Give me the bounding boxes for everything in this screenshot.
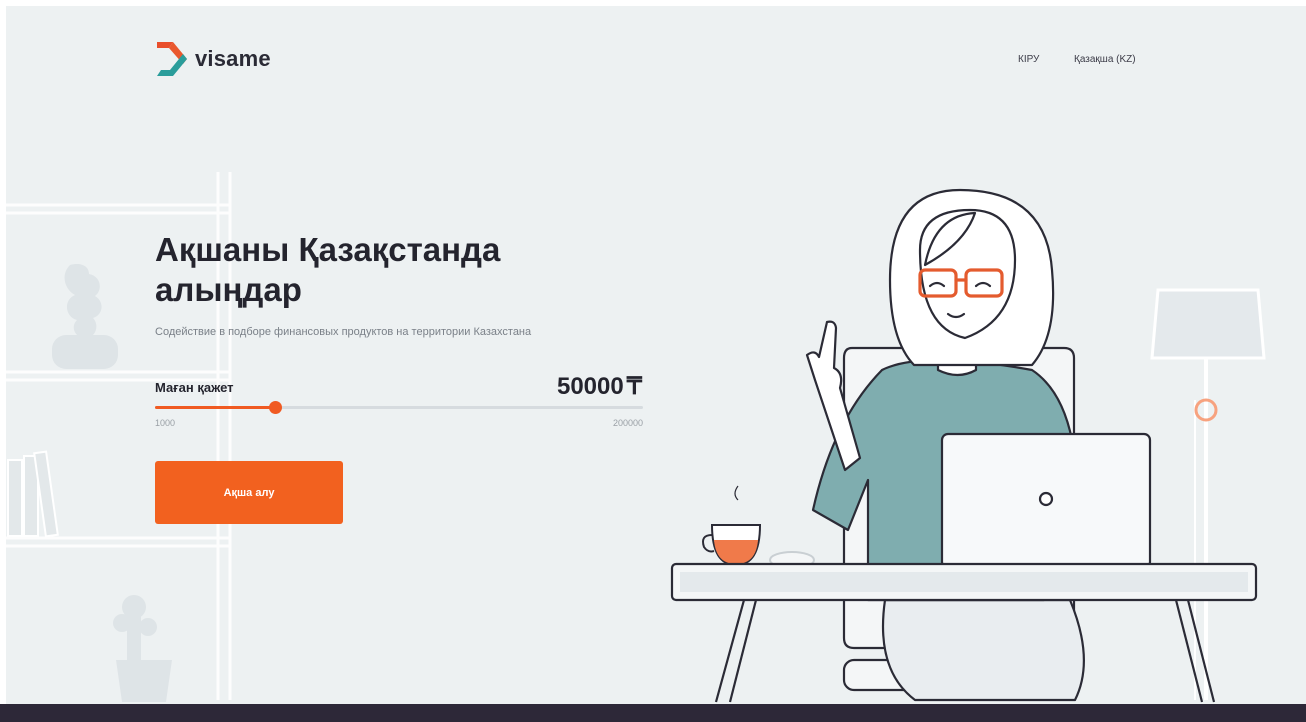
amount-label: Маған қажет — [155, 380, 234, 395]
amount-value: 50000 ₸ — [540, 372, 642, 401]
books-illustration — [7, 450, 59, 538]
slider-fill — [155, 406, 276, 409]
login-link[interactable]: КІРУ — [1018, 54, 1039, 65]
tea-cup-illustration — [702, 485, 815, 569]
hero-subtitle: Содействие в подборе финансовых продукто… — [155, 326, 532, 338]
lamp-illustration — [1150, 288, 1266, 700]
slider-min-label: 1000 — [155, 418, 176, 428]
hero-illustration — [6, 172, 1266, 703]
logo[interactable]: visame — [155, 40, 271, 78]
laptop-illustration — [940, 432, 1152, 570]
logo-text: visame — [195, 46, 271, 71]
plant-illustration — [52, 264, 172, 702]
amount-number: 50000 — [556, 373, 624, 400]
visame-logo-icon — [155, 40, 189, 78]
currency-sign: ₸ — [626, 373, 642, 400]
language-selector[interactable]: Қазақша (KZ) — [1074, 54, 1136, 65]
landing-page: visame КІРУ Қазақша (KZ) Ақшаны Қазақста… — [0, 0, 1306, 722]
get-money-button[interactable]: Ақша алу — [155, 461, 343, 524]
footer-bar — [0, 704, 1306, 722]
hero-title: Ақшаны Қазақстанда алыңдар — [155, 231, 501, 308]
slider-max-label: 200000 — [612, 418, 643, 428]
amount-slider[interactable] — [155, 401, 643, 414]
